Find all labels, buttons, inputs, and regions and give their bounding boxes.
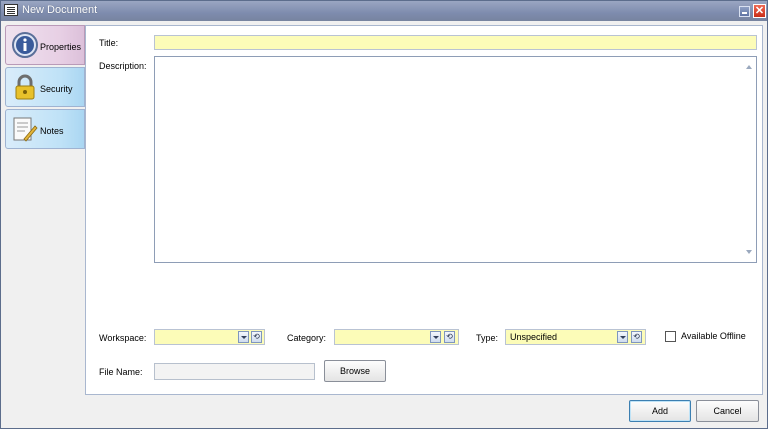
close-button[interactable]: ✕ — [753, 4, 766, 18]
category-dropdown-icon[interactable] — [430, 331, 441, 343]
scroll-up-icon[interactable] — [746, 65, 752, 69]
info-icon — [12, 32, 38, 58]
category-select[interactable]: ⟲ — [334, 329, 459, 345]
type-select[interactable]: Unspecified ⟲ — [505, 329, 646, 345]
type-value: Unspecified — [510, 332, 558, 342]
add-button[interactable]: Add — [629, 400, 691, 422]
browse-button-label: Browse — [339, 366, 370, 376]
tab-security[interactable]: Security — [5, 67, 85, 107]
minimize-button[interactable] — [739, 6, 750, 17]
properties-panel: Title: Description: Workspace: ⟲ Categor… — [85, 25, 763, 395]
add-button-label: Add — [651, 406, 668, 416]
tab-security-label: Security — [40, 84, 73, 94]
title-input[interactable] — [154, 35, 757, 50]
new-document-window: New Document ✕ Properties Security Notes… — [0, 0, 768, 429]
title-label: Title: — [99, 38, 119, 48]
tab-properties-label: Properties — [40, 42, 82, 52]
file-name-label: File Name: — [99, 367, 143, 377]
browse-button[interactable]: Browse — [324, 360, 386, 382]
type-refresh-icon[interactable]: ⟲ — [631, 331, 642, 343]
type-label: Type: — [476, 333, 499, 343]
workspace-select[interactable]: ⟲ — [154, 329, 265, 345]
workspace-refresh-icon[interactable]: ⟲ — [251, 331, 262, 343]
workspace-label: Workspace: — [99, 333, 147, 343]
notes-icon — [13, 117, 38, 142]
category-label: Category: — [287, 333, 327, 343]
title-bar[interactable]: New Document ✕ — [1, 1, 767, 21]
scroll-down-icon[interactable] — [746, 250, 752, 254]
close-icon: ✕ — [754, 5, 765, 17]
type-dropdown-icon[interactable] — [617, 331, 628, 343]
description-label: Description: — [99, 61, 147, 71]
file-name-input[interactable] — [154, 363, 315, 380]
document-app-icon — [4, 4, 18, 16]
window-title: New Document — [22, 4, 98, 16]
available-offline-checkbox[interactable] — [665, 331, 676, 342]
category-refresh-icon[interactable]: ⟲ — [444, 331, 455, 343]
available-offline-label: Available Offline — [681, 331, 746, 341]
lock-icon — [15, 74, 35, 100]
workspace-dropdown-icon[interactable] — [238, 331, 249, 343]
tab-notes[interactable]: Notes — [5, 109, 85, 149]
tab-notes-label: Notes — [40, 126, 64, 136]
cancel-button[interactable]: Cancel — [696, 400, 759, 422]
cancel-button-label: Cancel — [713, 406, 742, 416]
description-textarea[interactable] — [154, 56, 757, 263]
tab-properties[interactable]: Properties — [5, 25, 85, 65]
